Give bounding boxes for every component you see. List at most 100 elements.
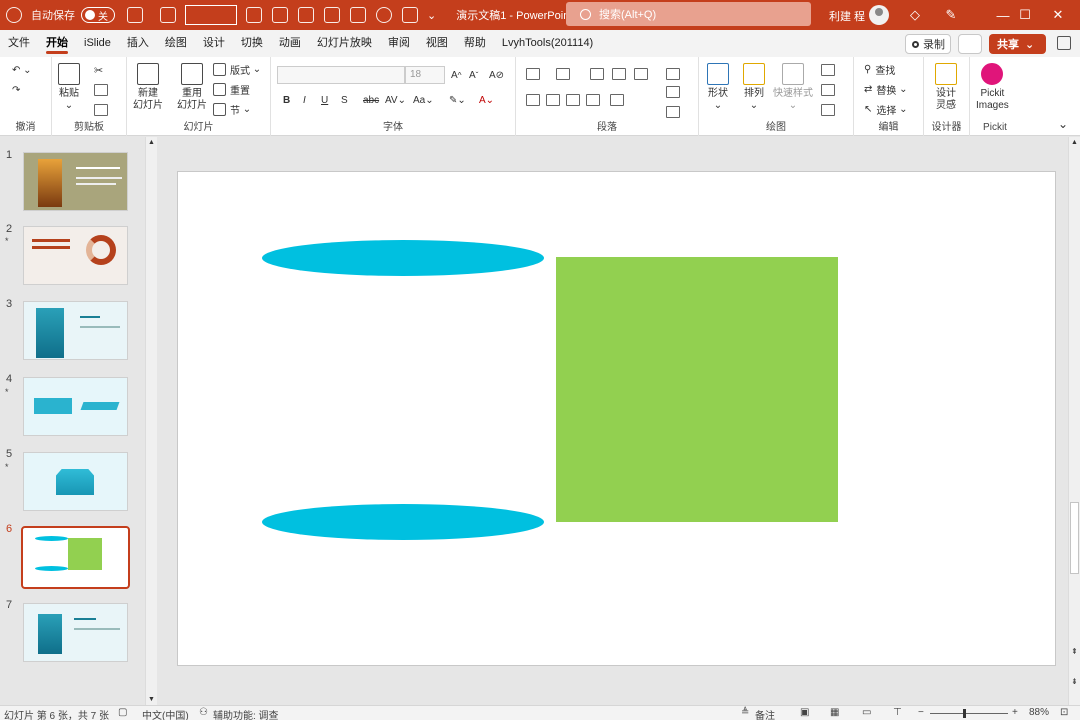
smartart-icon[interactable] [666, 106, 680, 118]
shape-fill-icon[interactable] [376, 7, 392, 23]
reading-view-icon[interactable]: ▭ [862, 707, 871, 718]
ellipse-shape-top[interactable] [262, 240, 544, 276]
bullets-icon[interactable] [526, 68, 540, 80]
tab-6[interactable]: 切换 [233, 30, 271, 57]
decrease-indent-icon[interactable] [590, 68, 604, 80]
redo-icon[interactable]: ↷ [12, 82, 20, 98]
scroll-down-arrow[interactable]: ▼ [148, 696, 155, 703]
search-input[interactable]: 搜索(Alt+Q) [566, 2, 811, 26]
template-icon[interactable] [160, 7, 176, 23]
tab-3[interactable]: 插入 [119, 30, 157, 57]
new-slide-button[interactable]: 新建 幻灯片 [133, 63, 163, 112]
ribbon-display-icon[interactable] [1057, 36, 1071, 50]
comment-button[interactable] [958, 34, 982, 54]
align-center-icon[interactable] [546, 94, 560, 106]
bold-icon[interactable]: B [283, 92, 290, 108]
editing-area-scrollbar[interactable]: ▲ ⇞ ⇟ [1068, 137, 1080, 705]
tab-9[interactable]: 审阅 [380, 30, 418, 57]
reset-button[interactable]: 重置 [213, 81, 250, 97]
save-icon[interactable] [127, 7, 143, 23]
underline-icon[interactable]: U [321, 92, 328, 108]
change-case-icon[interactable]: Aa⌄ [413, 92, 434, 108]
line-spacing-icon[interactable] [634, 68, 648, 80]
reuse-slide-button[interactable]: 重用 幻灯片 [177, 63, 207, 112]
slide-thumbnail-7[interactable] [23, 603, 128, 662]
autosave-toggle[interactable]: 关 [81, 7, 115, 23]
section-button[interactable]: 节 ⌄ [213, 101, 251, 117]
tab-10[interactable]: 视图 [418, 30, 456, 57]
quick-styles-button[interactable]: 快速样式 ⌄ [773, 63, 813, 112]
numbering-icon[interactable] [556, 68, 570, 80]
undo-icon[interactable]: ↶ ⌄ [12, 62, 32, 78]
fit-slide-icon[interactable]: ⊡ [1060, 707, 1068, 718]
paste-button[interactable]: 粘贴 ⌄ [58, 63, 80, 112]
decrease-font-icon[interactable]: Aˇ [469, 67, 478, 83]
share-button[interactable]: 共享 ⌄ [989, 34, 1046, 54]
prev-slide-icon[interactable]: ⇞ [1071, 647, 1078, 656]
tab-12[interactable]: LvyhTools(201114) [494, 30, 601, 57]
slide-thumbnail-3[interactable] [23, 301, 128, 360]
pen-icon[interactable] [298, 7, 314, 23]
collapse-ribbon-icon[interactable]: ⌄ [1058, 117, 1068, 131]
font-size-select[interactable]: 18 [405, 66, 445, 84]
arrange-button[interactable]: 排列 ⌄ [743, 63, 765, 112]
increase-font-icon[interactable]: A ^ [451, 67, 462, 83]
customize-quick-access-icon[interactable]: ⌄ [427, 9, 436, 22]
scroll-thumb[interactable] [1070, 502, 1079, 574]
select-button[interactable]: ↖ 选择 ⌄ [864, 101, 908, 117]
slide-thumbnail-6[interactable] [21, 526, 130, 589]
shape-outline-icon[interactable] [821, 84, 835, 96]
next-slide-icon[interactable]: ⇟ [1071, 677, 1078, 686]
accessibility-status[interactable]: 辅助功能: 调查 [213, 707, 279, 720]
pen-icon-2[interactable]: ✎ [928, 0, 974, 30]
zoom-level[interactable]: 88% [1029, 707, 1049, 718]
normal-view-icon[interactable]: ▣ [800, 707, 809, 718]
font-name-select[interactable] [277, 66, 405, 84]
close-button[interactable]: ✕ [1036, 0, 1080, 30]
quick-font-size-box[interactable] [185, 5, 237, 25]
avatar[interactable] [869, 5, 889, 25]
distribute-icon[interactable] [350, 7, 366, 23]
align-right-icon[interactable] [566, 94, 580, 106]
slide-thumbnail-4[interactable] [23, 377, 128, 436]
replace-button[interactable]: ⇄ 替换 ⌄ [864, 81, 908, 97]
font-color-icon[interactable]: A⌄ [479, 92, 494, 108]
copy-format-icon[interactable] [272, 7, 288, 23]
justify-icon[interactable] [586, 94, 600, 106]
align-icon[interactable] [324, 7, 340, 23]
tab-4[interactable]: 绘图 [157, 30, 195, 57]
tab-8[interactable]: 幻灯片放映 [309, 30, 380, 57]
columns-icon[interactable] [610, 94, 624, 106]
format-painter-icon[interactable] [94, 104, 108, 116]
zoom-out-button[interactable]: − [918, 707, 924, 718]
italic-icon[interactable]: I [303, 92, 306, 108]
slideshow-icon[interactable]: ⊤ [893, 707, 902, 718]
increase-indent-icon[interactable] [612, 68, 626, 80]
spell-check-icon[interactable]: ▢ [118, 707, 127, 718]
shape-fill-icon-ribbon[interactable] [821, 64, 835, 76]
ellipse-shape-bottom[interactable] [262, 504, 544, 540]
highlight-icon[interactable]: ✎⌄ [449, 92, 466, 108]
zoom-slider[interactable] [930, 713, 1008, 714]
tab-1[interactable]: 开始 [38, 30, 76, 57]
scroll-up-arrow[interactable]: ▲ [1071, 139, 1078, 146]
strikethrough-icon[interactable]: abc [363, 92, 379, 108]
zoom-slider-thumb[interactable] [963, 709, 966, 718]
clear-format-icon[interactable]: A⊘ [489, 67, 504, 83]
notes-icon[interactable]: ≜ [741, 707, 749, 718]
slide-thumbnail-1[interactable] [23, 152, 128, 211]
align-left-icon[interactable] [526, 94, 540, 106]
arrange-icon[interactable] [402, 7, 418, 23]
tab-0[interactable]: 文件 [0, 30, 38, 57]
slide-sorter-icon[interactable]: ▦ [830, 707, 839, 718]
design-ideas-button[interactable]: 设计 灵感 [935, 63, 957, 112]
find-button[interactable]: ⚲ 查找 [864, 61, 895, 77]
shape-effects-icon[interactable] [821, 104, 835, 116]
slide-canvas[interactable] [177, 171, 1056, 666]
record-button[interactable]: 录制 [905, 34, 951, 54]
align-text-icon[interactable] [666, 86, 680, 98]
layout-button[interactable]: 版式 ⌄ [213, 61, 261, 77]
accessibility-icon[interactable]: ⚇ [199, 707, 208, 718]
shapes-button[interactable]: 形状 ⌄ [707, 63, 729, 112]
cut-icon[interactable]: ✂ [94, 64, 108, 77]
